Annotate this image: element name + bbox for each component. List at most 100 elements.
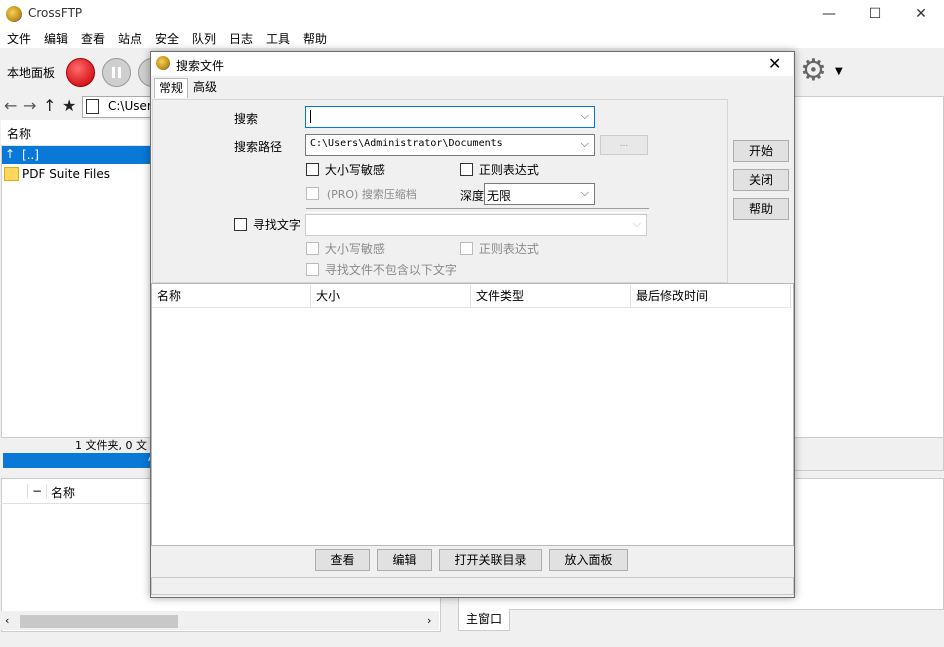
find-text-input[interactable]: ⌵ (305, 214, 647, 236)
help-button[interactable]: 帮助 (733, 198, 789, 220)
up-arrow-icon[interactable]: ↑ (43, 96, 56, 115)
queue-col-minus[interactable]: − (27, 484, 47, 498)
checkbox-box[interactable] (306, 163, 319, 176)
menu-tools[interactable]: 工具 (266, 30, 290, 47)
scrollbar-thumb[interactable] (20, 615, 178, 628)
chevron-down-icon[interactable]: ⌵ (581, 109, 589, 123)
search-label: 搜索 (234, 112, 259, 126)
checkbox-box[interactable] (306, 263, 319, 276)
regex-label: 正则表达式 (478, 163, 539, 177)
edit-button[interactable]: 编辑 (377, 549, 432, 571)
depth-value: 无限 (487, 189, 512, 203)
maximize-button[interactable]: ☐ (852, 0, 898, 28)
app-logo-icon (156, 56, 170, 70)
menu-file[interactable]: 文件 (7, 30, 31, 47)
scroll-left-icon[interactable]: ‹ (5, 614, 9, 627)
start-button[interactable]: 开始 (733, 140, 789, 162)
browse-button[interactable]: ... (600, 135, 648, 155)
gear-icon[interactable]: ⚙ (800, 56, 827, 86)
chevron-down-icon[interactable]: ▼ (835, 66, 843, 77)
exclude-text-checkbox[interactable]: 寻找文件不包含以下文字 (306, 263, 457, 280)
text-case-sensitive-checkbox[interactable]: 大小写敏感 (306, 242, 385, 259)
view-button[interactable]: 查看 (315, 549, 370, 571)
app-logo-icon (6, 6, 22, 22)
chevron-down-icon[interactable]: ⌵ (633, 217, 641, 231)
case-sensitive-checkbox[interactable]: 大小写敏感 (306, 163, 385, 180)
list-item[interactable]: ↑ [..] (2, 146, 160, 164)
result-col-size[interactable]: 大小 (311, 285, 471, 308)
menu-site[interactable]: 站点 (118, 30, 142, 47)
text-regex-checkbox[interactable]: 正则表达式 (460, 242, 539, 259)
checkbox-box[interactable] (460, 242, 473, 255)
menu-help[interactable]: 帮助 (303, 30, 327, 47)
dialog-status-bar (151, 577, 794, 595)
chevron-down-icon[interactable]: ⌵ (581, 137, 589, 151)
column-name[interactable]: 名称 (7, 125, 31, 142)
local-list-header[interactable]: 名称 (1, 120, 161, 146)
checkbox-box[interactable] (460, 163, 473, 176)
search-archives-label: (PRO) 搜索压缩档 (326, 188, 417, 201)
local-panel-label: 本地面板 (7, 66, 56, 80)
scroll-right-icon[interactable]: › (427, 614, 431, 627)
app-title: CrossFTP (28, 6, 83, 20)
open-folder-button[interactable]: 打开关联目录 (439, 549, 542, 571)
pause-icon[interactable] (102, 58, 131, 87)
depth-select[interactable]: 无限 ⌵ (484, 183, 595, 205)
find-text-checkbox[interactable]: 寻找文字 (234, 218, 301, 235)
text-case-sensitive-label: 大小写敏感 (324, 242, 385, 256)
find-text-label: 寻找文字 (252, 218, 301, 232)
tab-advanced[interactable]: 高级 (189, 78, 221, 97)
chevron-down-icon[interactable]: ⌵ (581, 186, 589, 200)
dialog-title: 搜索文件 (176, 59, 225, 73)
folder-icon (4, 167, 19, 181)
menu-security[interactable]: 安全 (155, 30, 179, 47)
close-window-button[interactable]: ✕ (898, 0, 944, 28)
search-archives-checkbox[interactable]: (PRO) 搜索压缩档 (306, 187, 417, 204)
menu-queue[interactable]: 队列 (192, 30, 216, 47)
put-in-panel-button[interactable]: 放入面板 (549, 549, 628, 571)
checkbox-box[interactable] (306, 187, 319, 200)
results-table (151, 283, 794, 546)
document-icon (86, 99, 99, 114)
result-col-name[interactable]: 名称 (152, 285, 311, 308)
tab-general[interactable]: 常规 (154, 78, 189, 98)
regex-checkbox[interactable]: 正则表达式 (460, 163, 539, 180)
result-col-modified[interactable]: 最后修改时间 (631, 285, 791, 308)
dialog-title-bar (151, 52, 793, 76)
depth-label: 深度 (460, 189, 485, 203)
search-input[interactable]: ⌵ (305, 106, 595, 128)
search-path-value: C:\Users\Administrator\Documents (310, 138, 503, 149)
local-status-bar: Ad (3, 453, 161, 468)
remote-status-area (794, 437, 944, 471)
result-col-type[interactable]: 文件类型 (471, 285, 631, 308)
local-status-text: 1 文件夹, 0 文 (75, 439, 147, 452)
dialog-close-icon[interactable]: ✕ (768, 54, 781, 73)
text-caret (310, 110, 311, 123)
divider (306, 208, 649, 213)
remote-panel (794, 96, 944, 438)
exclude-text-label: 寻找文件不包含以下文字 (324, 263, 457, 277)
queue-col-name[interactable]: 名称 (51, 484, 75, 501)
menu-log[interactable]: 日志 (229, 30, 253, 47)
back-arrow-icon[interactable]: ← (4, 96, 17, 115)
tab-main-window[interactable]: 主窗口 (458, 609, 510, 631)
checkbox-box[interactable] (306, 242, 319, 255)
close-button[interactable]: 关闭 (733, 169, 789, 191)
list-item-label: [..] (22, 148, 39, 162)
up-arrow-icon: ↑ (5, 147, 16, 161)
menu-edit[interactable]: 编辑 (44, 30, 68, 47)
minimize-button[interactable]: — (806, 0, 852, 28)
stop-icon[interactable] (66, 58, 95, 87)
list-item-label: PDF Suite Files (22, 167, 110, 181)
title-bar (0, 0, 944, 28)
text-regex-label: 正则表达式 (478, 242, 539, 256)
menu-view[interactable]: 查看 (81, 30, 105, 47)
list-item[interactable]: PDF Suite Files (2, 165, 160, 183)
checkbox-box[interactable] (234, 218, 247, 231)
case-sensitive-label: 大小写敏感 (324, 163, 385, 177)
star-icon[interactable]: ★ (62, 96, 76, 115)
forward-arrow-icon[interactable]: → (23, 96, 36, 115)
search-path-input[interactable]: C:\Users\Administrator\Documents ⌵ (305, 134, 595, 156)
search-path-label: 搜索路径 (234, 140, 283, 154)
local-path-text: C:\User (108, 99, 152, 113)
